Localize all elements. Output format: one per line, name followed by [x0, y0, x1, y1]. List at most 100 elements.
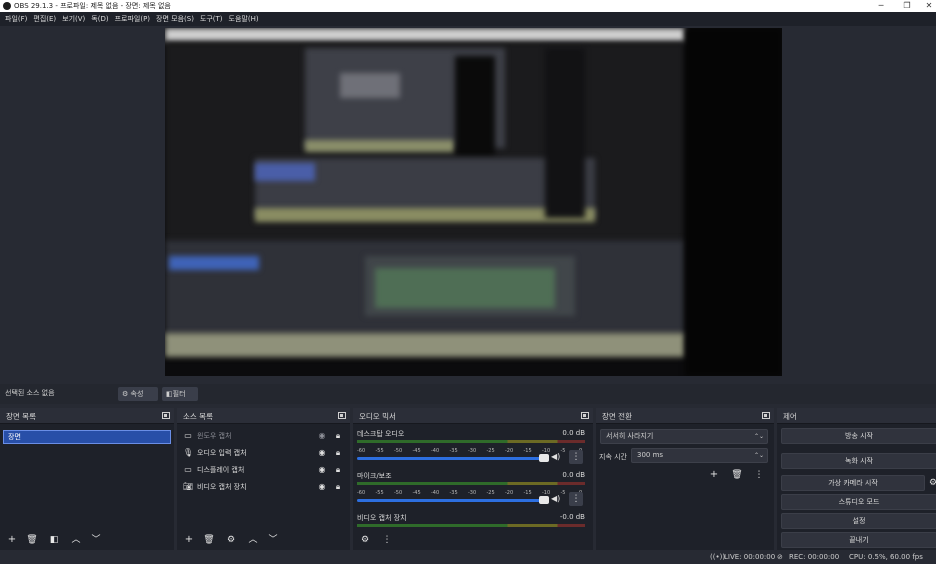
undock-icon[interactable] [338, 412, 346, 419]
move-up-button[interactable]: ︿ [245, 533, 261, 547]
volume-meter [357, 440, 585, 443]
source-item[interactable]: ▭ 디스플레이 캡처 ◉ 🔒︎ [181, 462, 345, 478]
meter-tick-label: -25 [486, 490, 495, 496]
meter-tick-label: -40 [431, 490, 440, 496]
menu-bar: 파일(F) 편집(E) 보기(V) 독(D) 프로파일(P) 장면 모음(S) 도구(T) 도… [0, 12, 936, 26]
source-name: 비디오 캡처 장치 [197, 483, 247, 491]
minimize-button[interactable]: ─ [868, 0, 894, 12]
settings-button[interactable]: 설정 [781, 513, 936, 529]
close-button[interactable]: ✕ [916, 0, 936, 12]
eye-icon[interactable]: ◉ [317, 465, 327, 475]
filters-button[interactable]: ◧필터 [162, 387, 198, 401]
lock-icon[interactable]: 🔒︎ [333, 482, 343, 492]
lock-icon[interactable]: 🔒︎ [333, 448, 343, 458]
window-icon: ▭ [184, 431, 192, 440]
source-item[interactable]: 📷︎ 비디오 캡처 장치 ◉ 🔒︎ [181, 479, 345, 495]
transition-properties-button[interactable]: ⋮ [751, 468, 767, 482]
scene-item[interactable]: 장면 [3, 430, 171, 444]
menu-view[interactable]: 보기(V) [59, 12, 88, 26]
controls-dock: 제어 방송 시작 녹화 시작 가상 카메라 시작 ⚙ 스튜디오 모드 설정 끝내… [777, 408, 936, 550]
remove-scene-button[interactable]: 🗑 [24, 533, 40, 547]
virtual-camera-settings-icon[interactable]: ⚙ [929, 475, 936, 491]
start-recording-button[interactable]: 녹화 시작 [781, 453, 936, 469]
menu-tools[interactable]: 도구(T) [197, 12, 226, 26]
move-down-button[interactable]: ﹀ [265, 533, 281, 547]
remove-transition-button[interactable]: 🗑 [729, 468, 745, 482]
meter-tick-label: -25 [486, 448, 495, 454]
move-down-button[interactable]: ﹀ [88, 533, 104, 547]
microphone-icon: 🎙︎ [183, 448, 194, 457]
duration-input[interactable]: 300 ms ⌃⌄ [631, 448, 768, 463]
add-source-button[interactable]: + [181, 533, 197, 547]
meter-tick-label: -45 [412, 490, 421, 496]
add-scene-button[interactable]: + [4, 533, 20, 547]
eye-icon[interactable]: ◉ [317, 482, 327, 492]
move-up-button[interactable]: ︿ [68, 533, 84, 547]
hidden-eye-icon[interactable]: ◉ [317, 431, 327, 441]
meter-tick-label: -30 [468, 490, 477, 496]
studio-mode-button[interactable]: 스튜디오 모드 [781, 494, 936, 510]
menu-file[interactable]: 파일(F) [2, 12, 30, 26]
mixer-channel: 데스크탑 오디오 0.0 dB -60 -55 -50 -45 -40 -35 -30 -25… [357, 429, 585, 469]
volume-meter [357, 482, 585, 485]
meter-tick-label: -20 [505, 490, 514, 496]
audio-mixer-dock: 오디오 믹서 데스크탑 오디오 0.0 dB -60 -55 -50 -45 -40 -3… [353, 408, 593, 550]
start-virtual-camera-button[interactable]: 가상 카메라 시작 [781, 475, 925, 491]
eye-icon[interactable]: ◉ [317, 448, 327, 458]
meter-tick-label: -60 [357, 448, 366, 454]
transition-select[interactable]: 서서히 사라지기 ⌃⌄ [600, 429, 768, 444]
undock-icon[interactable] [162, 412, 170, 419]
volume-slider-handle[interactable] [539, 496, 549, 504]
source-toolbar: 선택된 소스 없음 ⚙ 속성 ◧필터 [0, 384, 936, 404]
meter-tick-label: -20 [505, 448, 514, 454]
scenes-dock-title: 장면 목록 [6, 412, 36, 421]
status-bar: ((•)) LIVE: 00:00:00 ⊘ REC: 00:00:00 CPU… [0, 551, 936, 564]
more-options-button[interactable]: ⋮ [569, 492, 583, 506]
meter-tick-label: -45 [412, 448, 421, 454]
transitions-dock-title: 장면 전환 [602, 412, 632, 421]
meter-tick-label: -35 [449, 490, 458, 496]
volume-slider[interactable] [357, 457, 545, 460]
menu-help[interactable]: 도움말(H) [226, 12, 262, 26]
meter-tick-label: -55 [375, 448, 384, 454]
exit-button[interactable]: 끝내기 [781, 532, 936, 548]
properties-button[interactable]: ⚙ 속성 [118, 387, 158, 401]
window-title: OBS 29.1.3 - 프로파일: 제목 없음 - 장면: 제목 없음 [14, 2, 171, 10]
monitor-icon: ▭ [184, 465, 192, 474]
spinner-icon[interactable]: ⌃⌄ [754, 449, 764, 462]
scene-filters-button[interactable]: ◧ [46, 533, 62, 547]
lock-icon[interactable]: 🔒︎ [333, 431, 343, 441]
scenes-dock: 장면 목록 장면 + 🗑 ◧ ︿ ﹀ [0, 408, 174, 550]
meter-tick-label: -50 [394, 448, 403, 454]
meter-tick-label: -5 [560, 448, 566, 454]
source-item[interactable]: ▭ 윈도우 캡처 ◉ 🔒︎ [181, 428, 345, 444]
source-name: 디스플레이 캡처 [197, 466, 245, 474]
lock-icon[interactable]: 🔒︎ [333, 465, 343, 475]
meter-tick-label: -15 [523, 448, 532, 454]
channel-name: 마이크/보조 [357, 472, 392, 480]
add-transition-button[interactable]: + [706, 468, 722, 482]
source-item[interactable]: 🎙︎ 오디오 입력 캡처 ◉ 🔒︎ [181, 445, 345, 461]
menu-edit[interactable]: 편집(E) [30, 12, 59, 26]
volume-slider[interactable] [357, 499, 545, 502]
menu-profile[interactable]: 프로파일(P) [112, 12, 153, 26]
filter-icon: ◧ [166, 390, 173, 398]
preview-canvas[interactable] [165, 28, 782, 376]
remove-source-button[interactable]: 🗑 [201, 533, 217, 547]
meter-tick-label: -35 [449, 448, 458, 454]
undock-icon[interactable] [581, 412, 589, 419]
speaker-icon[interactable]: ◀︎) [551, 452, 560, 461]
undock-icon[interactable] [762, 412, 770, 419]
speaker-icon[interactable]: ◀︎) [551, 494, 560, 503]
mixer-channel: 마이크/보조 0.0 dB -60 -55 -50 -45 -40 -35 -30 -25 -2… [357, 471, 585, 511]
mixer-menu-button[interactable]: ⋮ [379, 533, 395, 547]
menu-scene-collection[interactable]: 장면 모음(S) [153, 12, 197, 26]
more-options-button[interactable]: ⋮ [569, 450, 583, 464]
advanced-audio-settings-button[interactable]: ⚙ [357, 533, 373, 547]
source-properties-button[interactable]: ⚙ [223, 533, 239, 547]
volume-slider-handle[interactable] [539, 454, 549, 462]
mixer-dock-title: 오디오 믹서 [359, 412, 396, 421]
menu-docks[interactable]: 독(D) [88, 12, 111, 26]
start-streaming-button[interactable]: 방송 시작 [781, 428, 936, 444]
rec-icon: ⊘ [777, 553, 783, 561]
